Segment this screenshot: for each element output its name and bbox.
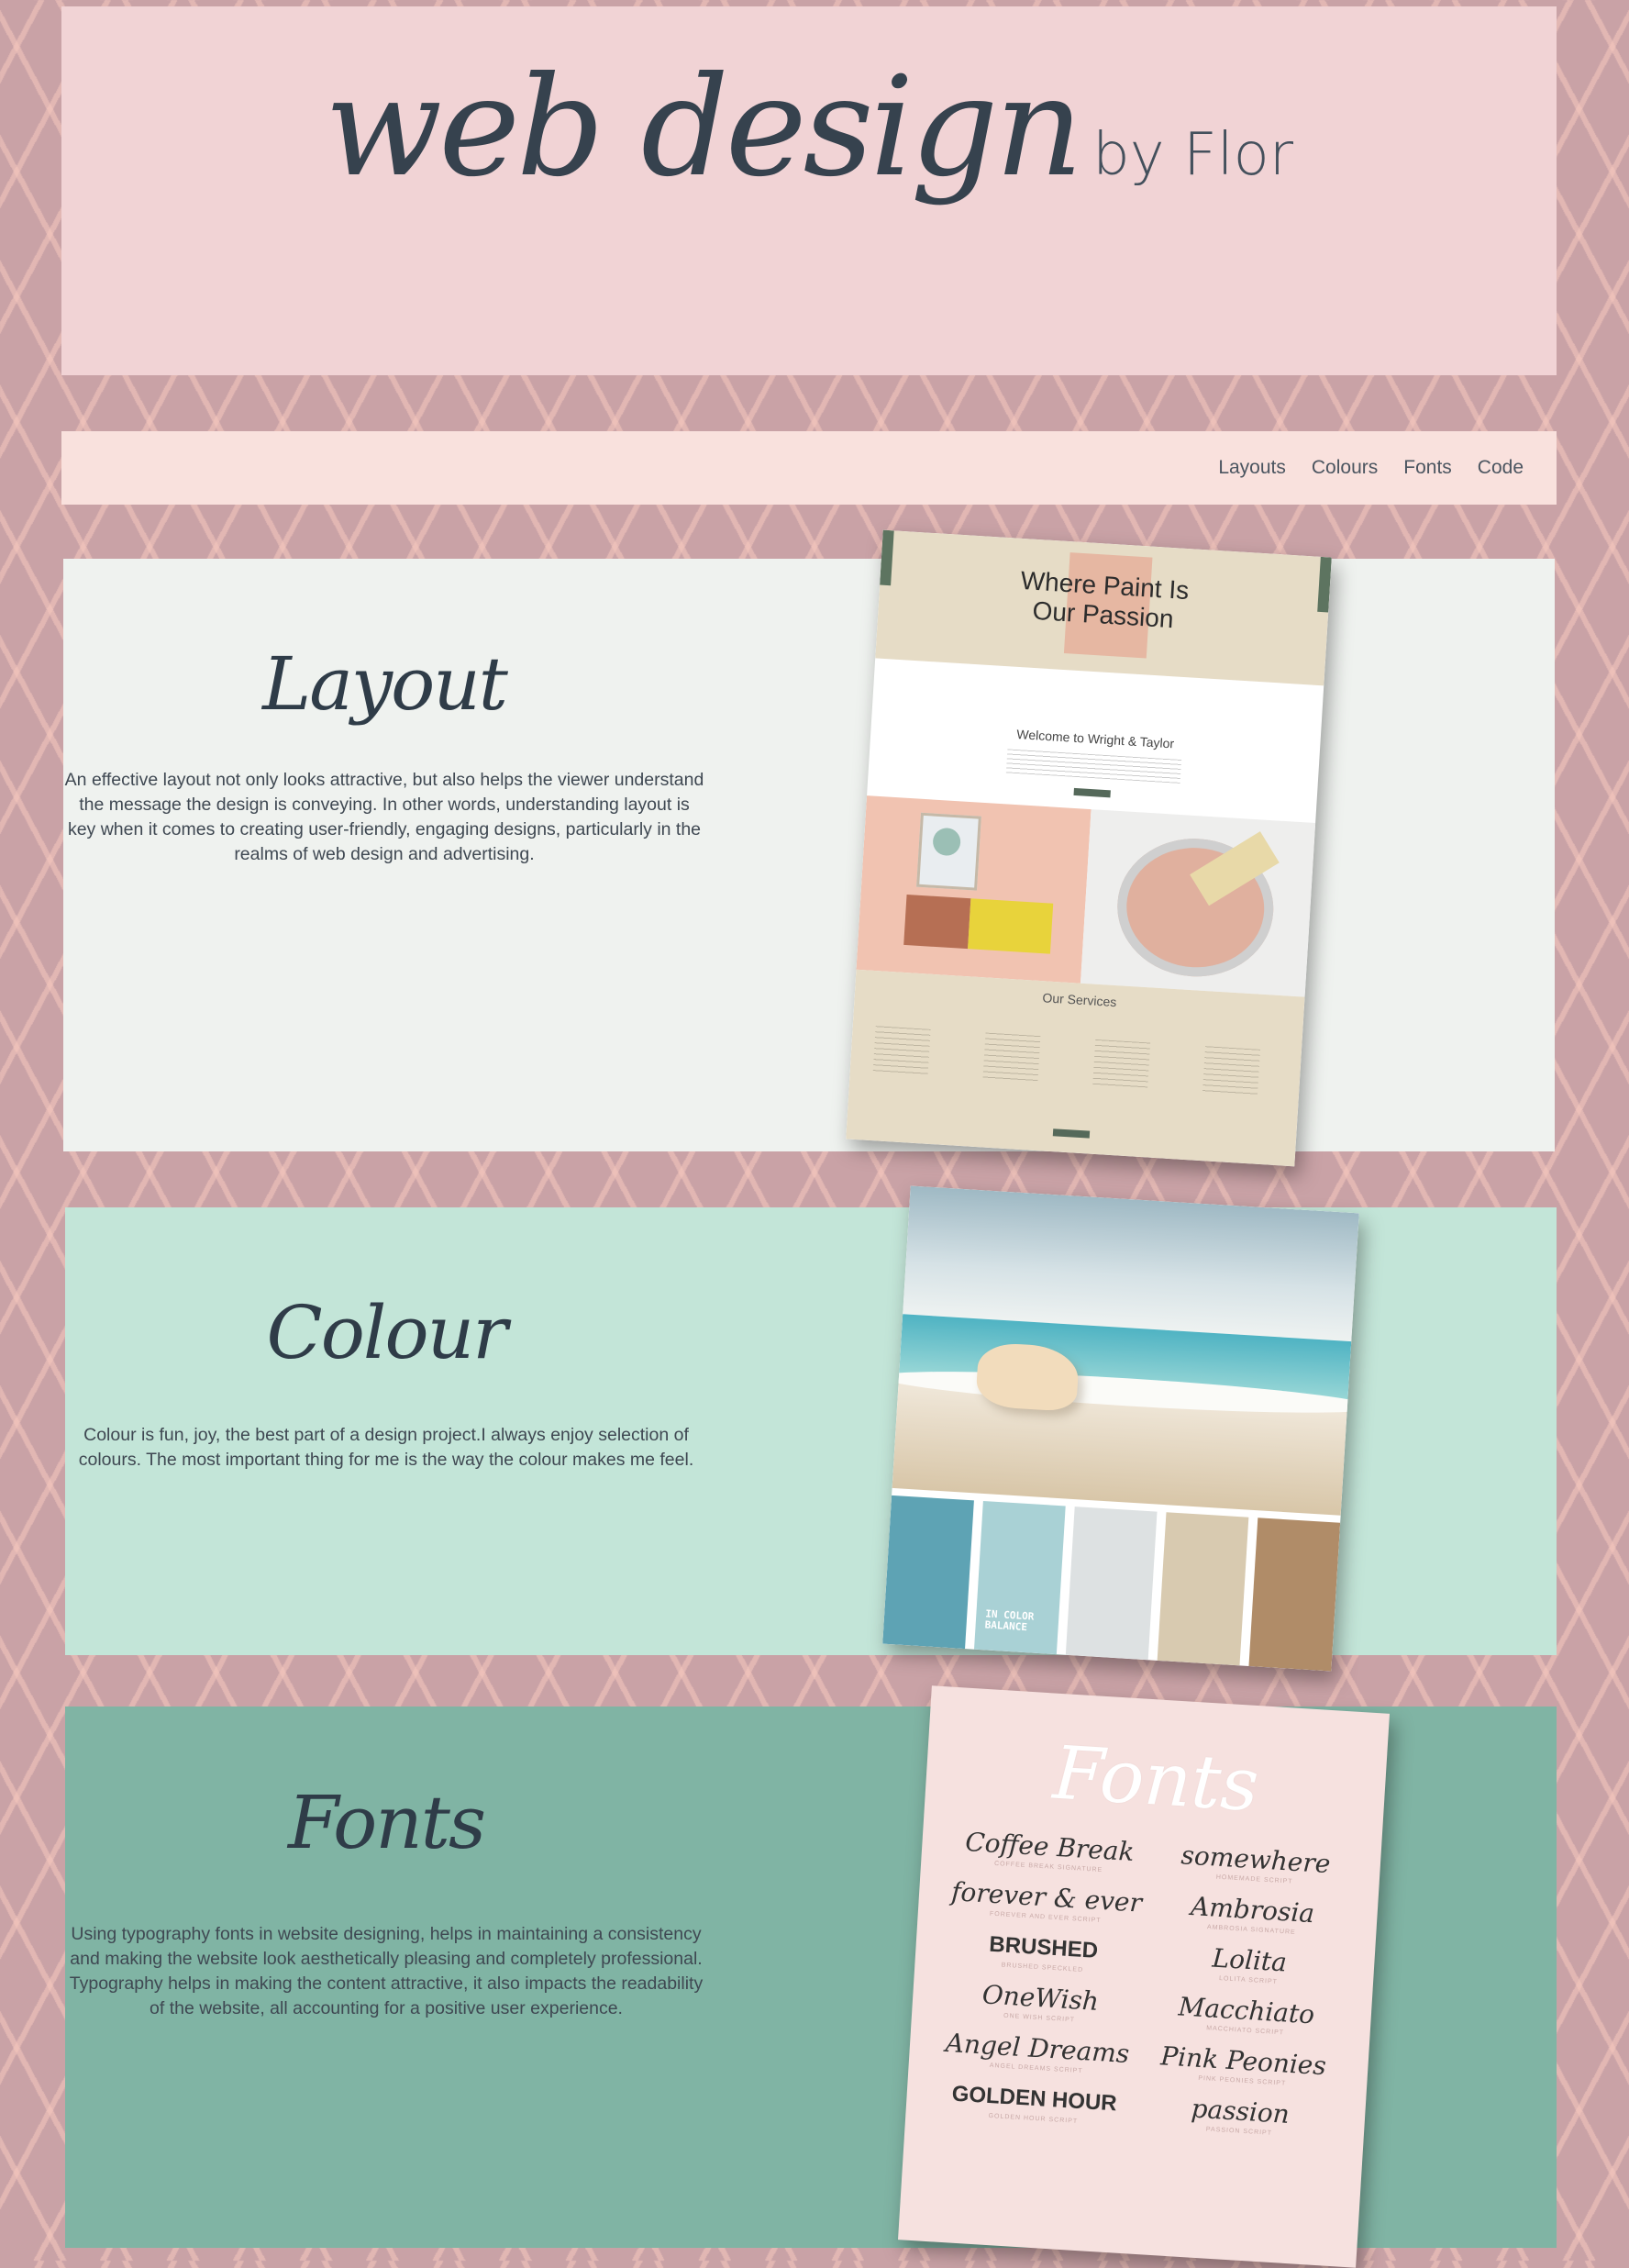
colour-example-image: IN COLOR BALANCE	[882, 1185, 1359, 1672]
nav-link-colours[interactable]: Colours	[1312, 457, 1378, 479]
colour-body: Colour is fun, joy, the best part of a d…	[78, 1425, 694, 1470]
colour-balance-label: IN COLOR BALANCE	[984, 1607, 1035, 1634]
font-sample: Ambrosia AMBROSIA SIGNATURE	[1158, 1888, 1346, 1939]
nav-link-fonts[interactable]: Fonts	[1403, 457, 1452, 479]
font-sample: GOLDEN HOUR GOLDEN HOUR SCRIPT	[937, 2077, 1130, 2129]
mock-service-item	[872, 1026, 931, 1075]
colour-swatch	[1065, 1506, 1158, 1661]
site-title: web design by Flor	[61, 48, 1557, 207]
font-sample: BRUSHED BRUSHED SPECKLED	[947, 1926, 1139, 1977]
colour-swatch	[882, 1495, 974, 1650]
mock-service-item	[1202, 1046, 1260, 1095]
font-sample: passion PASSION SCRIPT	[1147, 2090, 1334, 2140]
page-frame: web design by Flor Layouts Colours Fonts …	[6, 6, 1623, 2268]
nav-link-code[interactable]: Code	[1478, 457, 1524, 479]
layout-body: An effective layout not only looks attra…	[64, 770, 704, 864]
font-sample: Lolita LOLITA SCRIPT	[1156, 1939, 1343, 1989]
top-nav: Layouts Colours Fonts Code	[61, 431, 1557, 505]
colour-swatches	[882, 1495, 1341, 1672]
site-title-suffix: by Flor	[1092, 121, 1294, 189]
mock-shelf	[903, 894, 971, 950]
fonts-image-title: Fonts	[1050, 1729, 1261, 1829]
mock-service-item	[982, 1032, 1041, 1083]
layout-example-image: Where Paint Is Our Passion Welcome to Wr…	[846, 529, 1332, 1167]
fonts-example-image: Fonts Coffee Break COFFEE BREAK SIGNATURE…	[897, 1685, 1391, 2268]
font-sample: Coffee Break COFFEE BREAK SIGNATURE	[953, 1825, 1146, 1876]
font-samples-grid: Coffee Break COFFEE BREAK SIGNATURE somewh…	[937, 1825, 1349, 2140]
font-sample: forever & ever FOREVER AND EVER SCRIPT	[950, 1875, 1143, 1927]
fonts-title: Fonts	[287, 1780, 486, 1865]
font-sample: somewhere HOMEMADE SCRIPT	[1162, 1838, 1349, 1888]
nav-links: Layouts Colours Fonts Code	[1218, 431, 1524, 505]
page-background: { "header": { "title_script": "web desig…	[0, 0, 1629, 2268]
mock-button	[1073, 787, 1111, 798]
font-sample: Pink Peonies PINK PEONIES SCRIPT	[1149, 2040, 1336, 2090]
colour-title: Colour	[266, 1290, 508, 1375]
colour-swatch	[1248, 1518, 1341, 1672]
colour-swatch	[1157, 1512, 1249, 1666]
font-sample: Macchiato MACCHIATO SCRIPT	[1153, 1989, 1340, 2040]
nav-link-layouts[interactable]: Layouts	[1218, 457, 1286, 479]
site-title-script: web design	[324, 48, 1083, 207]
mock-text-lines	[1005, 749, 1182, 784]
mock-yellow-cabinet	[968, 898, 1054, 954]
font-sample: Angel Dreams ANGEL DREAMS SCRIPT	[941, 2027, 1134, 2078]
mock-service-item	[1092, 1039, 1151, 1089]
layout-section: Layout An effective layout not only look…	[63, 559, 1555, 1151]
layout-title: Layout	[262, 641, 508, 727]
font-sample: OneWish ONE WISH SCRIPT	[944, 1976, 1136, 2028]
site-header: web design by Flor	[61, 6, 1557, 375]
fonts-body: Using typography fonts in website design…	[69, 1924, 704, 2018]
